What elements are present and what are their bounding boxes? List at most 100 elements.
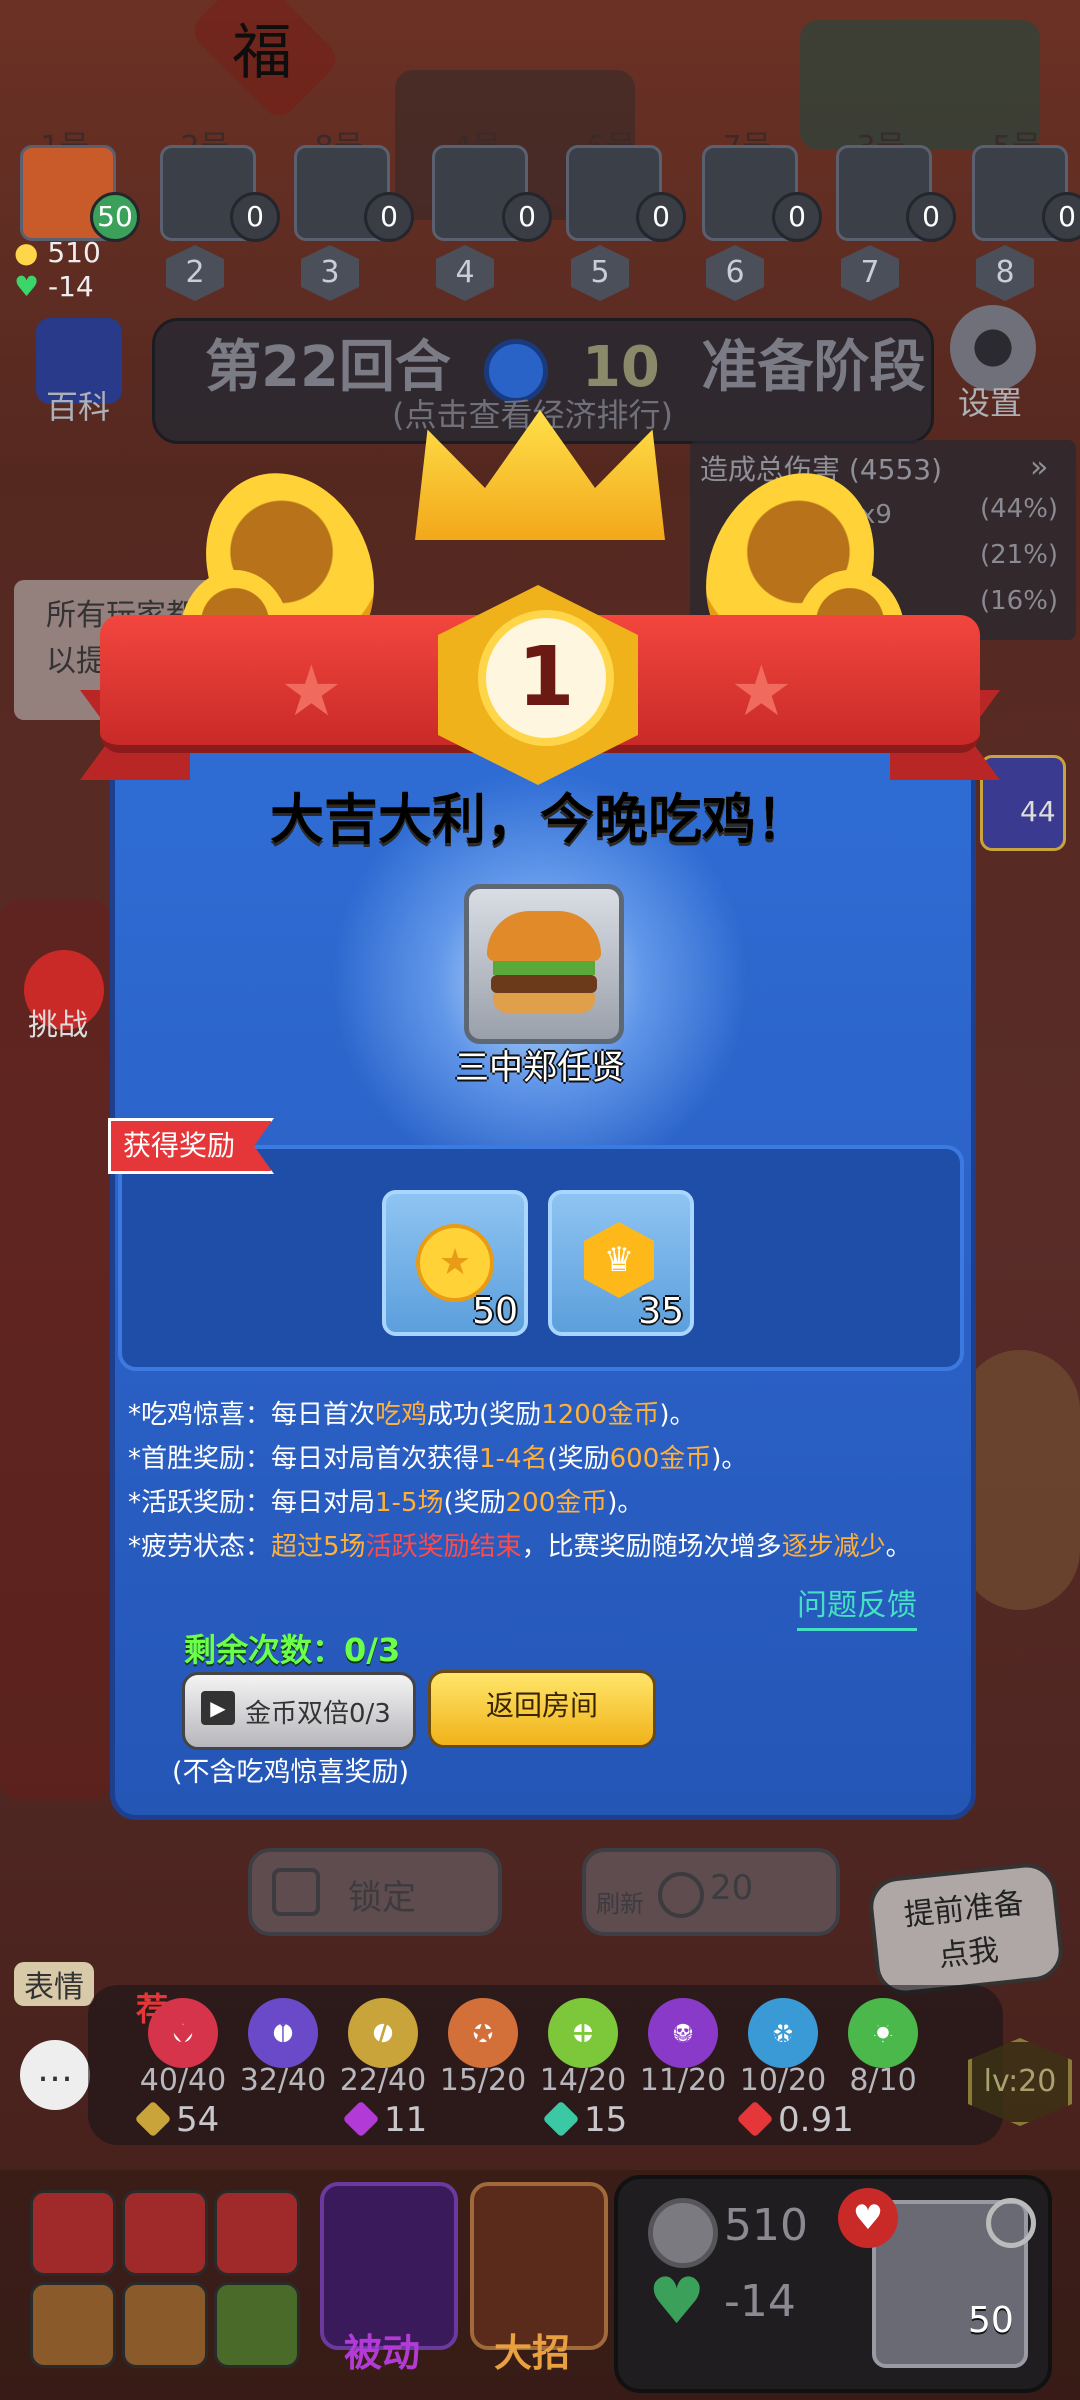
reward-box bbox=[118, 1145, 964, 1371]
skill-slot-4[interactable] bbox=[30, 2282, 116, 2368]
burger-icon bbox=[487, 911, 601, 1017]
trait-stat: 11 bbox=[384, 2100, 428, 2140]
player-score: 0 bbox=[772, 192, 822, 242]
player-avatar bbox=[464, 884, 624, 1044]
coin-icon bbox=[648, 2198, 718, 2268]
rule-segment: 1-5场 bbox=[375, 1488, 444, 1518]
wiki-label: 百科 bbox=[46, 388, 111, 426]
reward-tag: 获得奖励 bbox=[108, 1118, 275, 1174]
rune-icon[interactable]: ᛉ bbox=[248, 1998, 318, 2068]
rule-segment: )。 bbox=[607, 1488, 644, 1518]
hp-amount: -14 bbox=[724, 2276, 796, 2327]
challenge-label: 挑战 bbox=[28, 1008, 88, 1043]
my-gold: ● 510 bbox=[14, 236, 101, 269]
rule-segment: 成功(奖励 bbox=[427, 1400, 542, 1430]
rule-segment: 逐步减少 bbox=[781, 1532, 886, 1562]
damage-row-pct: (16%) bbox=[980, 586, 1059, 616]
rule-segment: 吃鸡 bbox=[375, 1400, 428, 1430]
rule-segment: *吃鸡惊喜：每日首次 bbox=[128, 1400, 376, 1430]
rule-line: *首胜奖励：每日对局首次获得1-4名(奖励600金币)。 bbox=[128, 1438, 747, 1475]
skill-slot-5[interactable] bbox=[122, 2282, 208, 2368]
trait-count: 22/40 bbox=[339, 2063, 427, 2098]
reward-amount: 50 bbox=[472, 1291, 518, 1332]
player-score: 50 bbox=[90, 192, 140, 242]
remaining-count: 剩余次数：0/3 bbox=[184, 1631, 401, 1669]
rule-segment: *活跃奖励：每日对局 bbox=[128, 1488, 376, 1518]
rule-segment: 超过5场 bbox=[271, 1532, 366, 1562]
snowflake-icon[interactable]: ❄ bbox=[748, 1998, 818, 2068]
rule-segment: 200金币 bbox=[505, 1488, 608, 1518]
skull-icon[interactable]: ☠ bbox=[648, 1998, 718, 2068]
double-note: (不含吃鸡惊喜奖励) bbox=[172, 1757, 410, 1788]
rule-segment: ，比赛奖励随场次增多 bbox=[521, 1532, 782, 1562]
rule-segment: 活跃奖励结束 bbox=[365, 1532, 522, 1562]
feedback-link[interactable]: 问题反馈 bbox=[797, 1580, 917, 1631]
gold-amount: 510 bbox=[724, 2200, 808, 2251]
ultimate-label: 大招 bbox=[494, 2331, 571, 2375]
rule-segment: 600金币 bbox=[609, 1444, 712, 1474]
emote-button[interactable]: 表情 bbox=[14, 1962, 94, 2006]
rule-line: *活跃奖励：每日对局1-5场(奖励200金币)。 bbox=[128, 1482, 643, 1519]
winner-name: 三中郑任贤 bbox=[455, 1048, 625, 1088]
skill-slot-3[interactable] bbox=[214, 2190, 300, 2276]
reward-item-crown[interactable]: ♛ 35 bbox=[548, 1190, 694, 1336]
rule-segment: )。 bbox=[711, 1444, 748, 1474]
trait-count: 32/40 bbox=[239, 2063, 327, 2098]
rule-segment: *疲劳状态： bbox=[128, 1532, 272, 1562]
rule-segment: 。 bbox=[885, 1532, 912, 1562]
trait-count: 11/20 bbox=[639, 2063, 727, 2098]
trait-count: 8/10 bbox=[849, 2063, 917, 2098]
video-icon: ▶ bbox=[201, 1691, 235, 1725]
ready-early-button[interactable]: 提前准备 点我 bbox=[866, 1860, 1066, 1998]
rule-segment: 1-4名 bbox=[479, 1444, 548, 1474]
coin-icon bbox=[658, 1872, 704, 1918]
crown-token-icon: ♛ bbox=[584, 1222, 654, 1298]
favorite-heart-icon[interactable]: ♥ bbox=[838, 2188, 898, 2248]
reward-item-gold[interactable]: ★ 50 bbox=[382, 1190, 528, 1336]
settings-label: 设置 bbox=[958, 384, 1023, 422]
player-score: 0 bbox=[906, 192, 956, 242]
ribbon-star-left: ★ bbox=[280, 650, 343, 732]
trait-count: 15/20 bbox=[439, 2063, 527, 2098]
rule-line: *吃鸡惊喜：每日首次吃鸡成功(奖励1200金币)。 bbox=[128, 1394, 696, 1431]
heart-icon[interactable]: ♥ bbox=[148, 1998, 218, 2068]
star-badge-icon[interactable]: ★ bbox=[448, 1998, 518, 2068]
player-score: 0 bbox=[636, 192, 686, 242]
my-hp: ♥ -14 bbox=[14, 270, 94, 303]
skill-slot-2[interactable] bbox=[122, 2190, 208, 2276]
trait-stat: 0.91 bbox=[778, 2100, 854, 2140]
rule-segment: 1200金币 bbox=[541, 1400, 660, 1430]
reward-amount: 35 bbox=[638, 1291, 684, 1332]
damage-row-pct: (21%) bbox=[980, 540, 1059, 570]
heart-icon: ♥ bbox=[648, 2265, 706, 2339]
trait-count: 14/20 bbox=[539, 2063, 627, 2098]
lock-button[interactable]: 锁定 bbox=[248, 1848, 502, 1936]
return-room-button[interactable]: 返回房间 bbox=[428, 1670, 656, 1748]
collapse-icon[interactable]: » bbox=[1030, 450, 1048, 485]
chat-button[interactable]: … bbox=[20, 2040, 90, 2110]
trait-count: 40/40 bbox=[139, 2063, 227, 2098]
player-score: 0 bbox=[364, 192, 414, 242]
plus-icon[interactable]: + bbox=[548, 1998, 618, 2068]
paw-icon[interactable]: ✿ bbox=[848, 1998, 918, 2068]
player-score: 0 bbox=[502, 192, 552, 242]
rank-number: 1 bbox=[478, 610, 614, 746]
passive-label: 被动 bbox=[344, 2331, 421, 2375]
rule-segment: *首胜奖励：每日对局首次获得 bbox=[128, 1444, 480, 1474]
damage-row-pct: (44%) bbox=[980, 494, 1059, 524]
rule-segment: (奖励 bbox=[443, 1488, 506, 1518]
rule-segment: )。 bbox=[659, 1400, 696, 1430]
sword-icon[interactable]: / bbox=[348, 1998, 418, 2068]
refresh-button[interactable]: 刷新 20 bbox=[582, 1848, 840, 1936]
rule-segment: (奖励 bbox=[547, 1444, 610, 1474]
trait-stat: 54 bbox=[176, 2100, 220, 2140]
skill-slot-1[interactable] bbox=[30, 2190, 116, 2276]
search-icon[interactable] bbox=[986, 2198, 1036, 2248]
skill-slot-6[interactable] bbox=[214, 2282, 300, 2368]
player-score: 0 bbox=[230, 192, 280, 242]
double-gold-button[interactable]: ▶ 金币双倍0/3 bbox=[182, 1672, 416, 1750]
victory-headline: 大吉大利，今晚吃鸡！ bbox=[270, 788, 810, 851]
hero-card-score: 50 bbox=[968, 2300, 1014, 2341]
ribbon-star-right: ★ bbox=[730, 650, 793, 732]
trait-stat: 15 bbox=[584, 2100, 628, 2140]
